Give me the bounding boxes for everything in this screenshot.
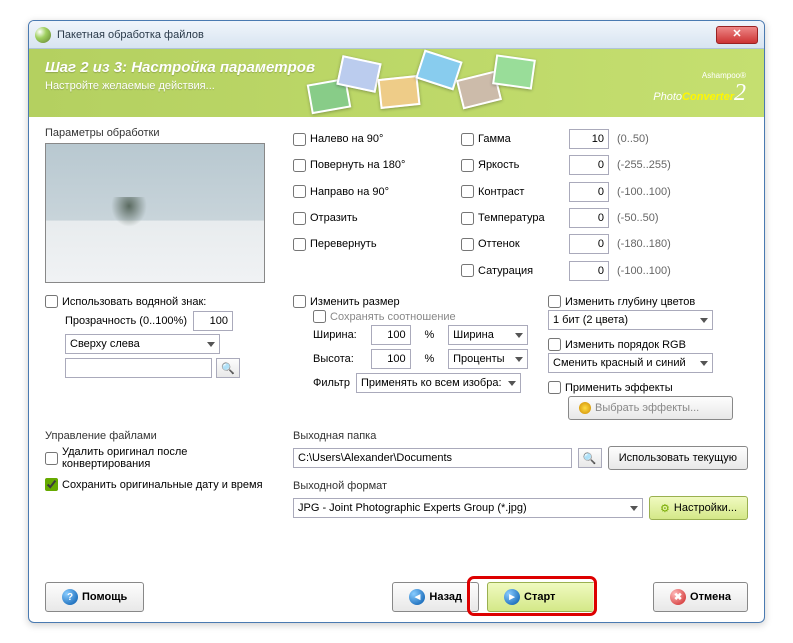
cancel-button[interactable]: ✖Отмена [653, 582, 748, 612]
keep-ratio-checkbox[interactable]: Сохранять соотношение [313, 310, 536, 323]
delete-original-checkbox[interactable]: Удалить оригинал после конвертирования [45, 446, 275, 470]
rgb-order-checkbox[interactable]: Изменить порядок RGB [548, 338, 748, 351]
brand-logo: Ashampoo® PhotoConverter2 [653, 71, 746, 107]
rotate-right-90[interactable]: Направо на 90° [293, 185, 453, 198]
chevron-down-icon [700, 361, 708, 366]
transparency-input[interactable] [193, 311, 233, 331]
browse-watermark-button[interactable]: 🔍 [216, 358, 240, 378]
gear-icon: ⚙ [660, 502, 670, 515]
contrast-range: (-100..100) [617, 186, 697, 198]
resize-block: Изменить размер Сохранять соотношение Ши… [293, 293, 536, 420]
use-watermark-checkbox[interactable]: Использовать водяной знак: [45, 295, 275, 308]
content-area: Параметры обработки Налево на 90° Гамма … [29, 117, 764, 526]
watermark-position-combo[interactable]: Сверху слева [65, 334, 220, 354]
out-folder-input[interactable] [293, 448, 572, 468]
brightness-input[interactable] [569, 155, 609, 175]
back-button[interactable]: ◄Назад [392, 582, 479, 612]
resize-and-color-section: Изменить размер Сохранять соотношение Ши… [293, 293, 748, 420]
file-management-section: Управление файлами Удалить оригинал посл… [45, 430, 275, 520]
adjust-grid: Налево на 90° Гамма (0..50) Повернуть на… [293, 127, 748, 283]
chevron-down-icon [515, 357, 523, 362]
preview-image [45, 143, 265, 283]
preview-section: Параметры обработки [45, 127, 275, 283]
keep-datetime-checkbox[interactable]: Сохранить оригинальные дату и время [45, 478, 275, 491]
help-button[interactable]: ?Помощь [45, 582, 144, 612]
temperature-checkbox[interactable]: Температура [461, 212, 561, 225]
mirror-checkbox[interactable]: Отразить [293, 212, 453, 225]
filter-label: Фильтр [313, 377, 350, 389]
width-label: Ширина: [313, 329, 365, 341]
start-button[interactable]: ►Старт [487, 582, 597, 612]
gamma-checkbox[interactable]: Гамма [461, 133, 561, 146]
color-options: Изменить глубину цветов 1 бит (2 цвета) … [548, 293, 748, 420]
format-settings-button[interactable]: ⚙Настройки... [649, 496, 748, 520]
out-folder-label: Выходная папка [293, 430, 748, 442]
use-current-folder-button[interactable]: Использовать текущую [608, 446, 748, 470]
temperature-range: (-50..50) [617, 212, 697, 224]
dialog-window: Пакетная обработка файлов ✕ Шаг 2 из 3: … [28, 20, 765, 623]
contrast-input[interactable] [569, 182, 609, 202]
close-button[interactable]: ✕ [716, 26, 758, 44]
footer-buttons: ?Помощь ◄Назад ►Старт ✖Отмена [45, 582, 748, 612]
output-section: Выходная папка 🔍 Использовать текущую Вы… [293, 430, 748, 520]
browse-folder-button[interactable]: 🔍 [578, 448, 602, 468]
rotate-left-90[interactable]: Налево на 90° [293, 133, 453, 146]
arrow-right-icon: ► [504, 589, 520, 605]
color-depth-combo[interactable]: 1 бит (2 цвета) [548, 310, 713, 330]
chevron-down-icon [630, 506, 638, 511]
brightness-range: (-255..255) [617, 159, 697, 171]
out-format-combo[interactable]: JPG - Joint Photographic Experts Group (… [293, 498, 643, 518]
window-title: Пакетная обработка файлов [57, 29, 716, 41]
temperature-input[interactable] [569, 208, 609, 228]
brightness-checkbox[interactable]: Яркость [461, 159, 561, 172]
transparency-label: Прозрачность (0..100%) [65, 315, 187, 327]
saturation-checkbox[interactable]: Сатурация [461, 264, 561, 277]
saturation-range: (-100..100) [617, 265, 697, 277]
chevron-down-icon [207, 342, 215, 347]
saturation-input[interactable] [569, 261, 609, 281]
hue-input[interactable] [569, 234, 609, 254]
chevron-down-icon [508, 381, 516, 386]
width-input[interactable] [371, 325, 411, 345]
rotate-180[interactable]: Повернуть на 180° [293, 159, 453, 172]
chevron-down-icon [700, 318, 708, 323]
height-label: Высота: [313, 353, 365, 365]
titlebar: Пакетная обработка файлов ✕ [29, 21, 764, 49]
resize-checkbox[interactable]: Изменить размер [293, 295, 536, 308]
app-icon [35, 27, 51, 43]
dimension-mode-combo[interactable]: Ширина [448, 325, 528, 345]
out-format-label: Выходной формат [293, 480, 748, 492]
help-icon: ? [62, 589, 78, 605]
filter-combo[interactable]: Применять ко всем изобра: [356, 373, 521, 393]
flip-checkbox[interactable]: Перевернуть [293, 238, 453, 251]
wizard-banner: Шаг 2 из 3: Настройка параметров Настрой… [29, 49, 764, 117]
choose-effects-button[interactable]: Выбрать эффекты... [568, 396, 733, 420]
banner-collage [309, 51, 539, 115]
rgb-swap-combo[interactable]: Сменить красный и синий [548, 353, 713, 373]
unit-mode-combo[interactable]: Проценты [448, 349, 528, 369]
file-mgmt-label: Управление файлами [45, 430, 275, 442]
color-depth-checkbox[interactable]: Изменить глубину цветов [548, 295, 748, 308]
contrast-checkbox[interactable]: Контраст [461, 185, 561, 198]
height-input[interactable] [371, 349, 411, 369]
watermark-section: Использовать водяной знак: Прозрачность … [45, 293, 275, 420]
watermark-path-input[interactable] [65, 358, 212, 378]
processing-params-label: Параметры обработки [45, 127, 275, 139]
hue-checkbox[interactable]: Оттенок [461, 238, 561, 251]
cancel-icon: ✖ [670, 589, 686, 605]
chevron-down-icon [515, 333, 523, 338]
arrow-left-icon: ◄ [409, 589, 425, 605]
apply-effects-checkbox[interactable]: Применить эффекты [548, 381, 748, 394]
gamma-range: (0..50) [617, 133, 697, 145]
effects-icon [579, 402, 591, 414]
gamma-input[interactable] [569, 129, 609, 149]
hue-range: (-180..180) [617, 238, 697, 250]
